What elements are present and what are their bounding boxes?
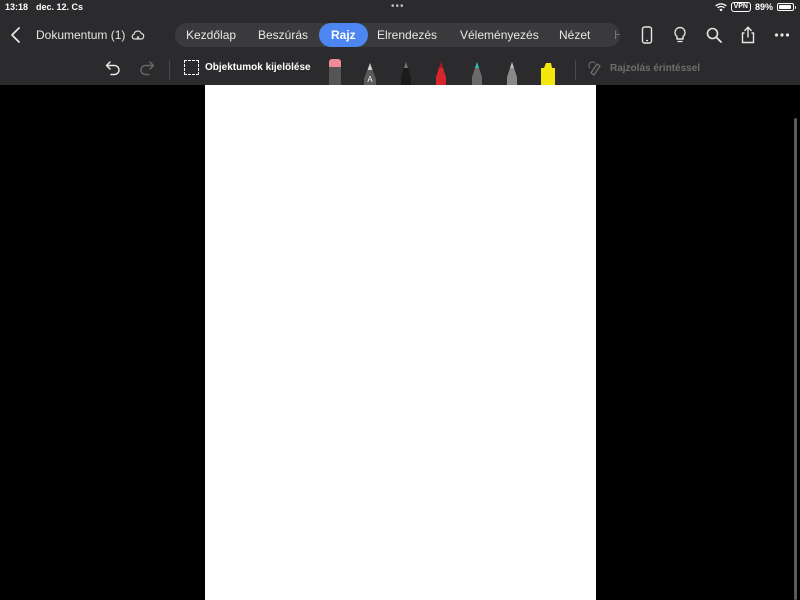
vpn-badge: VPN	[730, 2, 751, 12]
back-chevron-icon[interactable]	[8, 25, 24, 45]
svg-text:A: A	[367, 75, 373, 84]
battery-percent: 89%	[754, 2, 773, 12]
vertical-scrollbar[interactable]	[794, 118, 797, 600]
document-page[interactable]	[205, 85, 596, 600]
draw-toolbar: Objektumok kijelölése A Rajzolás érintés	[0, 55, 800, 85]
tab-elrendezes[interactable]: Elrendezés	[377, 23, 437, 47]
tab-beszuras[interactable]: Beszúrás	[258, 23, 308, 47]
black-pen-tool-icon[interactable]	[397, 57, 415, 85]
search-icon[interactable]	[704, 25, 724, 45]
top-toolbar: Dokumentum (1) Kezdőlap Beszúrás Rajz El…	[0, 15, 800, 55]
tab-rajz[interactable]: Rajz	[319, 23, 368, 47]
red-pen-tool-icon[interactable]	[432, 57, 450, 85]
phone-icon[interactable]	[637, 25, 657, 45]
cloud-sync-icon[interactable]	[130, 27, 146, 43]
status-time: 13:18	[5, 2, 29, 12]
divider	[575, 60, 576, 80]
yellow-highlighter-tool-icon[interactable]	[539, 57, 557, 85]
battery-icon	[777, 3, 796, 11]
redo-icon[interactable]	[138, 59, 156, 77]
status-right: VPN 89%	[714, 2, 796, 12]
divider	[169, 60, 170, 80]
teal-pen-tool-icon[interactable]	[468, 57, 486, 85]
select-objects-icon[interactable]	[184, 60, 199, 75]
lasso-pen-tool-icon[interactable]: A	[361, 57, 379, 85]
select-objects-label[interactable]: Objektumok kijelölése	[205, 62, 311, 73]
share-icon[interactable]	[738, 25, 758, 45]
tab-nezet[interactable]: Nézet	[559, 23, 590, 47]
status-date: dec. 12. Cs	[36, 2, 84, 12]
wifi-icon	[714, 2, 727, 11]
status-bar: 13:18 dec. 12. Cs ••• VPN 89%	[0, 0, 800, 15]
eraser-tool-icon[interactable]	[326, 57, 344, 85]
tab-kezdolap[interactable]: Kezdőlap	[186, 23, 236, 47]
document-title[interactable]: Dokumentum (1)	[36, 28, 125, 42]
tab-overflow[interactable]: H	[614, 23, 620, 47]
undo-icon[interactable]	[104, 59, 122, 77]
draw-with-touch-icon[interactable]	[588, 60, 604, 76]
ribbon-tabs: Kezdőlap Beszúrás Rajz Elrendezés Vélemé…	[175, 23, 620, 47]
lightbulb-icon[interactable]	[670, 25, 690, 45]
draw-with-touch-label[interactable]: Rajzolás érintéssel	[610, 63, 700, 74]
more-icon[interactable]	[772, 25, 792, 45]
tab-velemenyezes[interactable]: Véleményezés	[460, 23, 539, 47]
gray-pen-tool-icon[interactable]	[503, 57, 521, 85]
multitasking-dots-icon[interactable]: •••	[391, 2, 405, 12]
